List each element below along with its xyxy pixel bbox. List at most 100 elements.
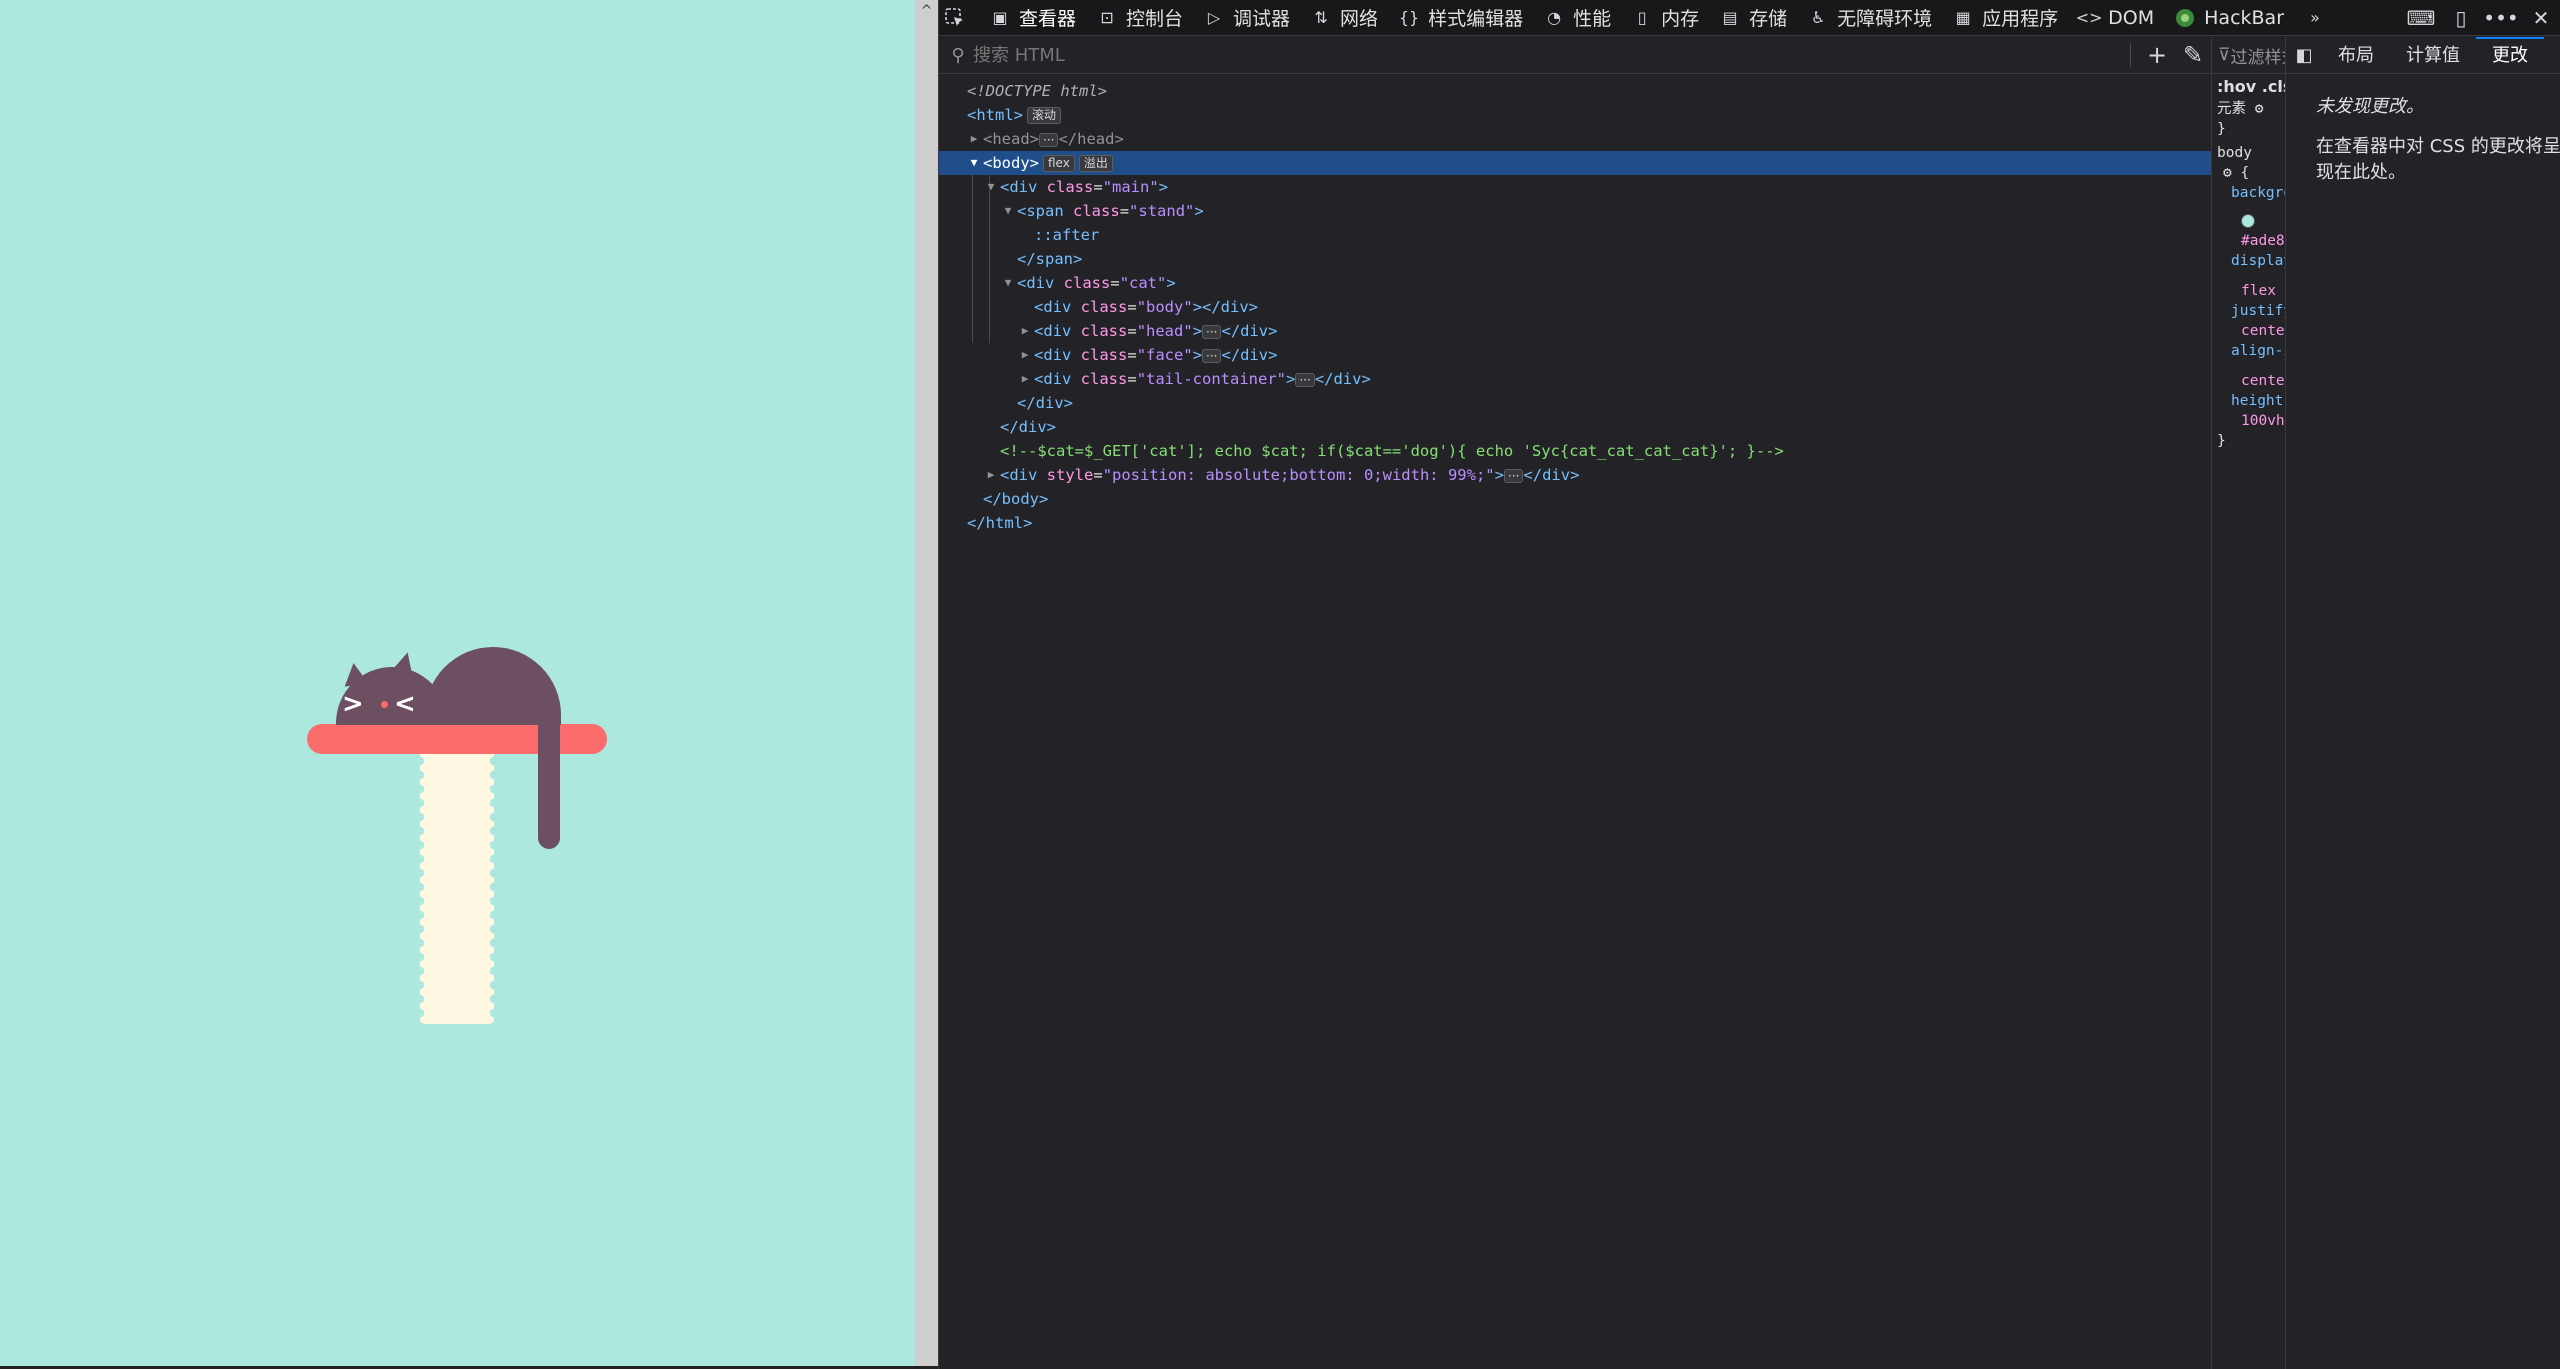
flex-badge[interactable]: flex bbox=[1043, 155, 1075, 172]
toggle-sidebar-button[interactable]: ◧ bbox=[2286, 37, 2322, 74]
close-icon: ✕ bbox=[2532, 6, 2550, 30]
style-editor-icon: {} bbox=[1398, 8, 1420, 27]
rules-body: 元素 ⚙ } body ⚙ { background #ade8de displ… bbox=[2212, 99, 2285, 451]
tab-network[interactable]: ⇅ 网络 bbox=[1300, 0, 1388, 36]
rule-prop[interactable]: height bbox=[2217, 391, 2285, 411]
rule-prop[interactable]: align-items bbox=[2217, 341, 2285, 361]
overflow-badge[interactable]: 溢出 bbox=[1078, 155, 1113, 172]
search-separator bbox=[2130, 43, 2131, 67]
responsive-mode-button[interactable]: ▯ bbox=[2441, 0, 2481, 36]
hov-toggle[interactable]: :hov bbox=[2217, 77, 2256, 96]
tree-node-div-style[interactable]: ▶ <div style="position: absolute;bottom: … bbox=[939, 463, 2211, 487]
cat-eye-left: > bbox=[342, 689, 364, 719]
tree-node-div-close[interactable]: </div> bbox=[939, 391, 2211, 415]
tab-changes[interactable]: 更改 bbox=[2476, 36, 2544, 74]
tree-node-span-close[interactable]: </span> bbox=[939, 247, 2211, 271]
tree-node-comment[interactable]: <!--$cat=$_GET['cat']; echo $cat; if($ca… bbox=[939, 439, 2211, 463]
storage-icon: ▤ bbox=[1722, 8, 1738, 27]
rule-value[interactable]: center bbox=[2217, 321, 2285, 341]
tree-node-div-head[interactable]: ▶ <div class="head"> ··· </div> bbox=[939, 319, 2211, 343]
tree-node-span-stand[interactable]: ▼ <span class="stand"> bbox=[939, 199, 2211, 223]
keyboard-button[interactable]: ⌨ bbox=[2401, 0, 2441, 36]
rule-value[interactable]: center bbox=[2217, 371, 2285, 391]
stand-post bbox=[420, 740, 494, 1024]
collapse-arrow-icon[interactable]: ▼ bbox=[984, 175, 998, 199]
tab-layout[interactable]: 布局 bbox=[2322, 37, 2390, 74]
rule-prop[interactable]: background bbox=[2217, 183, 2285, 203]
rule-value[interactable]: #ade8de bbox=[2217, 231, 2285, 251]
tab-debugger[interactable]: ▷ 调试器 bbox=[1193, 0, 1300, 36]
markup-tree: <!DOCTYPE html> <html> 滚动 ▶ <head> ··· </hea… bbox=[939, 79, 2211, 535]
rule-color-swatch[interactable] bbox=[2217, 211, 2285, 231]
tab-memory[interactable]: ▯ 内存 bbox=[1621, 0, 1709, 36]
collapsed-content-ellipsis[interactable]: ··· bbox=[1202, 348, 1222, 363]
page-scrollbar[interactable]: ^ bbox=[915, 0, 938, 1369]
tree-node-html-close[interactable]: </html> bbox=[939, 511, 2211, 535]
network-icon: ⇅ bbox=[1314, 8, 1328, 27]
tree-node-after-pseudo[interactable]: ::after bbox=[939, 223, 2211, 247]
tab-computed[interactable]: 计算值 bbox=[2390, 37, 2476, 74]
collapsed-content-ellipsis[interactable]: ··· bbox=[1039, 132, 1059, 147]
tree-node-body[interactable]: ▼ <body> flex 溢出 bbox=[939, 151, 2211, 175]
tree-node-div-body[interactable]: <div class="body"></div> bbox=[939, 295, 2211, 319]
cat-eye-right: < bbox=[394, 689, 416, 719]
collapse-arrow-icon[interactable]: ▼ bbox=[1001, 199, 1015, 223]
tree-node-div-main[interactable]: ▼ <div class="main"> bbox=[939, 175, 2211, 199]
add-node-button[interactable]: + bbox=[2139, 37, 2175, 73]
tab-inspector[interactable]: ▣ 查看器 bbox=[979, 0, 1086, 36]
double-chevron-icon: » bbox=[2310, 8, 2320, 27]
expand-arrow-icon[interactable]: ▶ bbox=[1018, 367, 1032, 391]
tab-dom[interactable]: <> DOM bbox=[2068, 0, 2164, 36]
more-tabs-button[interactable]: » bbox=[2294, 0, 2344, 36]
tree-node-div-close[interactable]: </div> bbox=[939, 415, 2211, 439]
collapsed-content-ellipsis[interactable]: ··· bbox=[1295, 372, 1315, 387]
expand-arrow-icon[interactable]: ▶ bbox=[1018, 343, 1032, 367]
cat-nose bbox=[381, 701, 388, 708]
collapse-arrow-icon[interactable]: ▼ bbox=[1001, 271, 1015, 295]
rule-value[interactable]: flex bbox=[2217, 281, 2285, 301]
tab-style-editor[interactable]: {} 样式编辑器 bbox=[1388, 0, 1533, 36]
html-search-bar: ⚲ + ✎ bbox=[939, 37, 2211, 74]
expand-arrow-icon[interactable]: ▶ bbox=[1018, 319, 1032, 343]
collapsed-content-ellipsis[interactable]: ··· bbox=[1202, 324, 1222, 339]
scroll-badge[interactable]: 滚动 bbox=[1027, 107, 1062, 124]
close-devtools-button[interactable]: ✕ bbox=[2521, 0, 2560, 36]
tree-node-head[interactable]: ▶ <head> ··· </head> bbox=[939, 127, 2211, 151]
expand-arrow-icon[interactable]: ▶ bbox=[967, 127, 981, 151]
scroll-up-icon[interactable]: ^ bbox=[919, 2, 934, 20]
rule-close: } bbox=[2217, 433, 2226, 449]
rule-value[interactable]: 100vh bbox=[2217, 411, 2285, 431]
cls-toggle[interactable]: .cls bbox=[2262, 77, 2285, 96]
gear-icon[interactable]: ⚙ bbox=[2223, 165, 2232, 181]
tab-performance[interactable]: ◔ 性能 bbox=[1533, 0, 1621, 36]
tab-console[interactable]: ⊡ 控制台 bbox=[1086, 0, 1193, 36]
tree-node-div-face[interactable]: ▶ <div class="face"> ··· </div> bbox=[939, 343, 2211, 367]
expand-arrow-icon[interactable]: ▶ bbox=[984, 463, 998, 487]
rule-prop[interactable]: display bbox=[2217, 251, 2285, 271]
changes-empty-title: 未发现更改。 bbox=[2316, 96, 2424, 117]
options-button[interactable]: ••• bbox=[2481, 0, 2521, 36]
rule-prop[interactable]: justify-content bbox=[2217, 301, 2285, 321]
html-search-input[interactable] bbox=[973, 44, 2122, 66]
eyedropper-button[interactable]: ✎ bbox=[2175, 37, 2211, 73]
tab-storage[interactable]: ▤ 存储 bbox=[1709, 0, 1797, 36]
color-swatch-icon[interactable] bbox=[2241, 214, 2255, 228]
tree-node-body-close[interactable]: </body> bbox=[939, 487, 2211, 511]
tree-node-div-cat[interactable]: ▼ <div class="cat"> bbox=[939, 271, 2211, 295]
tree-node-div-tail[interactable]: ▶ <div class="tail-container"> ··· </div> bbox=[939, 367, 2211, 391]
markup-panel: ⚲ + ✎ <!DOCTYPE html> <html>滚动 ▶<head>··… bbox=[939, 37, 2211, 1369]
tree-node-html[interactable]: <html> 滚动 bbox=[939, 103, 2211, 127]
tab-application[interactable]: ▦ 应用程序 bbox=[1942, 0, 2068, 36]
element-picker-button[interactable] bbox=[939, 0, 979, 36]
eyedropper-icon: ✎ bbox=[2182, 41, 2204, 69]
rules-filter[interactable]: ⊽ 过滤样式 bbox=[2212, 37, 2285, 74]
tab-hackbar[interactable]: HackBar bbox=[2164, 0, 2294, 36]
collapsed-content-ellipsis[interactable]: ··· bbox=[1503, 468, 1524, 483]
tree-node-doctype[interactable]: <!DOCTYPE html> bbox=[939, 79, 2211, 103]
tab-accessibility[interactable]: ♿ 无障碍环境 bbox=[1797, 0, 1942, 36]
rules-panel: ⊽ 过滤样式 :hov .cls 元素 ⚙ } body ⚙ { backgro… bbox=[2211, 37, 2285, 1369]
gear-icon[interactable]: ⚙ bbox=[2255, 101, 2264, 117]
application-icon: ▦ bbox=[1955, 8, 1971, 27]
rule-selector[interactable]: body bbox=[2217, 143, 2285, 163]
collapse-arrow-icon[interactable]: ▼ bbox=[967, 151, 981, 175]
